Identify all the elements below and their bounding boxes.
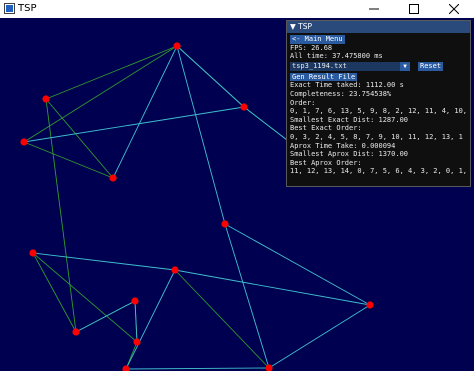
approx-tour-edge [45, 98, 77, 333]
panel-header[interactable]: ▼ TSP [287, 21, 470, 33]
file-select-value: tsp3_1194.txt [292, 62, 347, 71]
best-approx-label: Best Aprox Order: [290, 158, 362, 167]
city-node [20, 138, 28, 146]
city-node [29, 249, 37, 257]
exact-tour-edge [32, 252, 176, 271]
window-titlebar: TSP [0, 0, 474, 18]
tsp-control-panel: ▼ TSP <- Main Menu FPS: 26.68 All time: … [286, 20, 471, 187]
exact-tour-edge [176, 45, 226, 225]
city-node [109, 174, 117, 182]
approx-tour-edge [32, 252, 77, 333]
approx-tour-edge [32, 252, 138, 343]
main-menu-button[interactable]: <- Main Menu [290, 35, 345, 44]
exact-tour-edge [174, 269, 371, 306]
minimize-icon [369, 8, 379, 10]
city-node [221, 220, 229, 228]
maximize-button[interactable] [394, 0, 434, 18]
order-values: 0, 1, 7, 6, 13, 5, 9, 8, 2, 12, 11, 4, 1… [290, 107, 471, 116]
exact-tour-edge [125, 269, 176, 370]
exact-time-text: Exact Time taked: 1112.00 s [290, 81, 404, 90]
city-node [133, 338, 141, 346]
city-node [240, 103, 248, 111]
close-button[interactable] [434, 0, 474, 18]
best-exact-label: Best Exact Order: [290, 124, 362, 133]
gen-result-button[interactable]: Gen Result File [290, 72, 358, 82]
approx-tour-edge [45, 45, 178, 100]
app-icon [4, 3, 15, 14]
all-time-text: All time: 37.475800 ms [290, 52, 383, 61]
completeness-text: Completeness: 23.754538% [290, 89, 392, 98]
city-node [171, 266, 179, 274]
dropdown-arrow-icon: ▼ [400, 62, 410, 72]
window-title: TSP [18, 3, 37, 14]
smallest-exact-text: Smallest Exact Dist: 1287.00 [290, 115, 409, 124]
exact-tour-edge [224, 223, 371, 306]
city-node [131, 297, 139, 305]
maximize-icon [409, 4, 419, 14]
best-approx-values: 11, 12, 13, 14, 0, 7, 5, 6, 4, 3, 2, 0, … [290, 167, 471, 176]
reset-button[interactable]: Reset [418, 62, 444, 72]
city-node [72, 328, 80, 336]
exact-tour-edge [224, 223, 270, 369]
exact-tour-edge [176, 45, 245, 108]
close-icon [449, 4, 459, 14]
file-select[interactable]: tsp3_1194.txt ▼ [290, 62, 410, 72]
minimize-button[interactable] [354, 0, 394, 18]
order-label: Order: [290, 98, 316, 107]
exact-tour-edge [134, 300, 138, 343]
city-node [42, 95, 50, 103]
approx-tour-edge [45, 98, 114, 179]
exact-tour-edge [75, 300, 136, 333]
exact-tour-edge [268, 304, 371, 369]
city-node [366, 301, 374, 309]
fps-text: FPS: 26.68 [290, 43, 333, 52]
smallest-approx-text: Smallest Aprox Dist: 1370.00 [290, 150, 409, 159]
city-node [122, 365, 130, 371]
approx-time-text: Aprox Time Take: 0.000094 [290, 141, 396, 150]
approx-tour-edge [23, 141, 114, 179]
exact-tour-edge [125, 367, 270, 370]
best-exact-values: 0, 3, 2, 4, 5, 8, 7, 9, 10, 11, 12, 13, … [290, 132, 463, 141]
city-node [173, 42, 181, 50]
